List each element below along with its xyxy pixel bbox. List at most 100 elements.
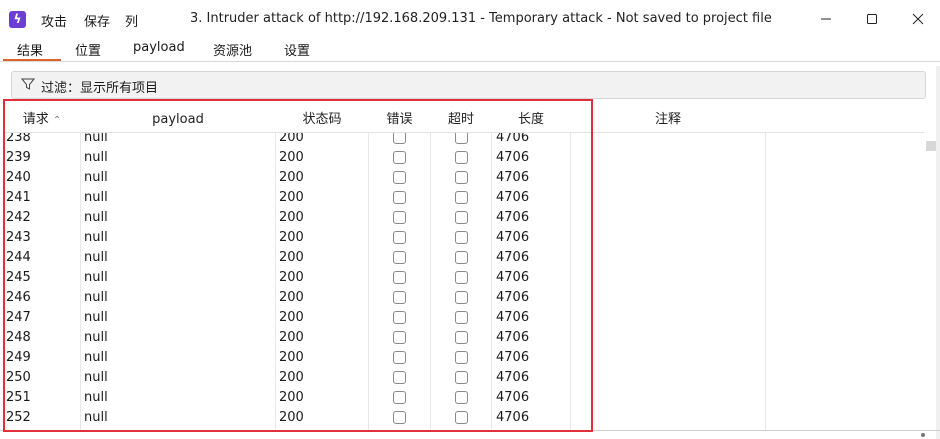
error-checkbox[interactable] <box>393 211 406 224</box>
tab-positions[interactable]: 位置 <box>75 40 101 59</box>
table-row[interactable]: 239 null 200 4706 <box>4 148 924 168</box>
cell-payload: null <box>84 310 108 325</box>
timeout-checkbox[interactable] <box>455 191 468 204</box>
tab-settings[interactable]: 设置 <box>284 40 310 59</box>
menu-attack[interactable]: 攻击 <box>41 11 67 30</box>
tab-resource-pool[interactable]: 资源池 <box>213 40 252 59</box>
table-row[interactable]: 251 null 200 4706 <box>4 388 924 408</box>
outer-scrollbar[interactable] <box>936 66 940 439</box>
column-divider <box>765 108 766 430</box>
error-checkbox[interactable] <box>393 371 406 384</box>
table-row[interactable]: 241 null 200 4706 <box>4 188 924 208</box>
tab-results[interactable]: 结果 <box>17 40 43 59</box>
tab-payload[interactable]: payload <box>133 40 185 55</box>
timeout-checkbox[interactable] <box>455 151 468 164</box>
resize-grip[interactable] <box>921 433 925 437</box>
cell-request: 249 <box>6 350 31 365</box>
timeout-checkbox[interactable] <box>455 171 468 184</box>
cell-payload: null <box>84 170 108 185</box>
results-table: 238 null 200 4706 239 null 200 4706 240 null 200 47… <box>4 108 924 430</box>
error-checkbox[interactable] <box>393 171 406 184</box>
table-row[interactable]: 242 null 200 4706 <box>4 208 924 228</box>
column-header-request-label: 请求 <box>22 112 49 127</box>
cell-request: 251 <box>6 390 31 405</box>
cell-request: 242 <box>6 210 31 225</box>
table-row[interactable]: 246 null 200 4706 <box>4 288 924 308</box>
error-checkbox[interactable] <box>393 191 406 204</box>
burp-bolt-icon: ϟ <box>9 11 26 28</box>
timeout-checkbox[interactable] <box>455 351 468 364</box>
menu-columns[interactable]: 列 <box>125 11 138 30</box>
table-row[interactable]: 243 null 200 4706 <box>4 228 924 248</box>
cell-length: 4706 <box>496 290 530 305</box>
sort-ascending-icon: ⌃ <box>52 115 62 126</box>
table-row[interactable]: 249 null 200 4706 <box>4 348 924 368</box>
table-bottom-border <box>0 430 940 431</box>
cell-length: 4706 <box>496 370 530 385</box>
timeout-checkbox[interactable] <box>455 371 468 384</box>
timeout-checkbox[interactable] <box>455 291 468 304</box>
table-row[interactable]: 252 null 200 4706 <box>4 408 924 428</box>
cell-status: 200 <box>279 190 304 205</box>
cell-payload: null <box>84 270 108 285</box>
table-row[interactable]: 240 null 200 4706 <box>4 168 924 188</box>
table-scrollbar-thumb[interactable] <box>926 141 936 151</box>
table-body: 238 null 200 4706 239 null 200 4706 240 null 200 47… <box>4 108 924 430</box>
cell-request: 246 <box>6 290 31 305</box>
timeout-checkbox[interactable] <box>455 231 468 244</box>
maximize-icon <box>867 14 877 24</box>
cell-payload: null <box>84 330 108 345</box>
cell-payload: null <box>84 150 108 165</box>
column-header-length[interactable]: 长度 <box>492 108 570 132</box>
cell-length: 4706 <box>496 250 530 265</box>
cell-payload: null <box>84 250 108 265</box>
cell-request: 245 <box>6 270 31 285</box>
error-checkbox[interactable] <box>393 271 406 284</box>
minimize-button[interactable] <box>804 4 848 34</box>
error-checkbox[interactable] <box>393 151 406 164</box>
header-divider <box>4 132 924 133</box>
menu-save[interactable]: 保存 <box>84 11 110 30</box>
close-icon <box>912 13 924 25</box>
title-bar: ϟ 攻击 保存 列 3. Intruder attack of http://1… <box>0 0 940 38</box>
filter-bar[interactable]: 过滤：显示所有项目 <box>11 71 926 99</box>
cell-length: 4706 <box>496 210 530 225</box>
table-row[interactable]: 247 null 200 4706 <box>4 308 924 328</box>
cell-request: 241 <box>6 190 31 205</box>
column-header-comment[interactable]: 注释 <box>571 108 765 132</box>
table-row[interactable]: 248 null 200 4706 <box>4 328 924 348</box>
column-header-error[interactable]: 错误 <box>369 108 430 132</box>
cell-payload: null <box>84 210 108 225</box>
column-header-status[interactable]: 状态码 <box>276 108 368 132</box>
column-header-payload[interactable]: payload <box>81 108 275 132</box>
maximize-button[interactable] <box>850 4 894 34</box>
error-checkbox[interactable] <box>393 311 406 324</box>
error-checkbox[interactable] <box>393 231 406 244</box>
error-checkbox[interactable] <box>393 351 406 364</box>
column-header-request[interactable]: 请求 ⌃ <box>4 108 80 132</box>
error-checkbox[interactable] <box>393 251 406 264</box>
timeout-checkbox[interactable] <box>455 251 468 264</box>
timeout-checkbox[interactable] <box>455 211 468 224</box>
error-checkbox[interactable] <box>393 411 406 424</box>
timeout-checkbox[interactable] <box>455 331 468 344</box>
timeout-checkbox[interactable] <box>455 411 468 424</box>
timeout-checkbox[interactable] <box>455 391 468 404</box>
error-checkbox[interactable] <box>393 391 406 404</box>
cell-length: 4706 <box>496 270 530 285</box>
table-row[interactable]: 250 null 200 4706 <box>4 368 924 388</box>
timeout-checkbox[interactable] <box>455 271 468 284</box>
error-checkbox[interactable] <box>393 291 406 304</box>
funnel-icon <box>21 78 35 90</box>
close-button[interactable] <box>896 4 940 34</box>
cell-status: 200 <box>279 350 304 365</box>
column-header-timeout[interactable]: 超时 <box>431 108 491 132</box>
cell-request: 243 <box>6 230 31 245</box>
cell-request: 252 <box>6 410 31 425</box>
error-checkbox[interactable] <box>393 331 406 344</box>
minimize-icon <box>821 18 831 20</box>
timeout-checkbox[interactable] <box>455 311 468 324</box>
table-row[interactable]: 245 null 200 4706 <box>4 268 924 288</box>
table-row[interactable]: 244 null 200 4706 <box>4 248 924 268</box>
cell-status: 200 <box>279 370 304 385</box>
